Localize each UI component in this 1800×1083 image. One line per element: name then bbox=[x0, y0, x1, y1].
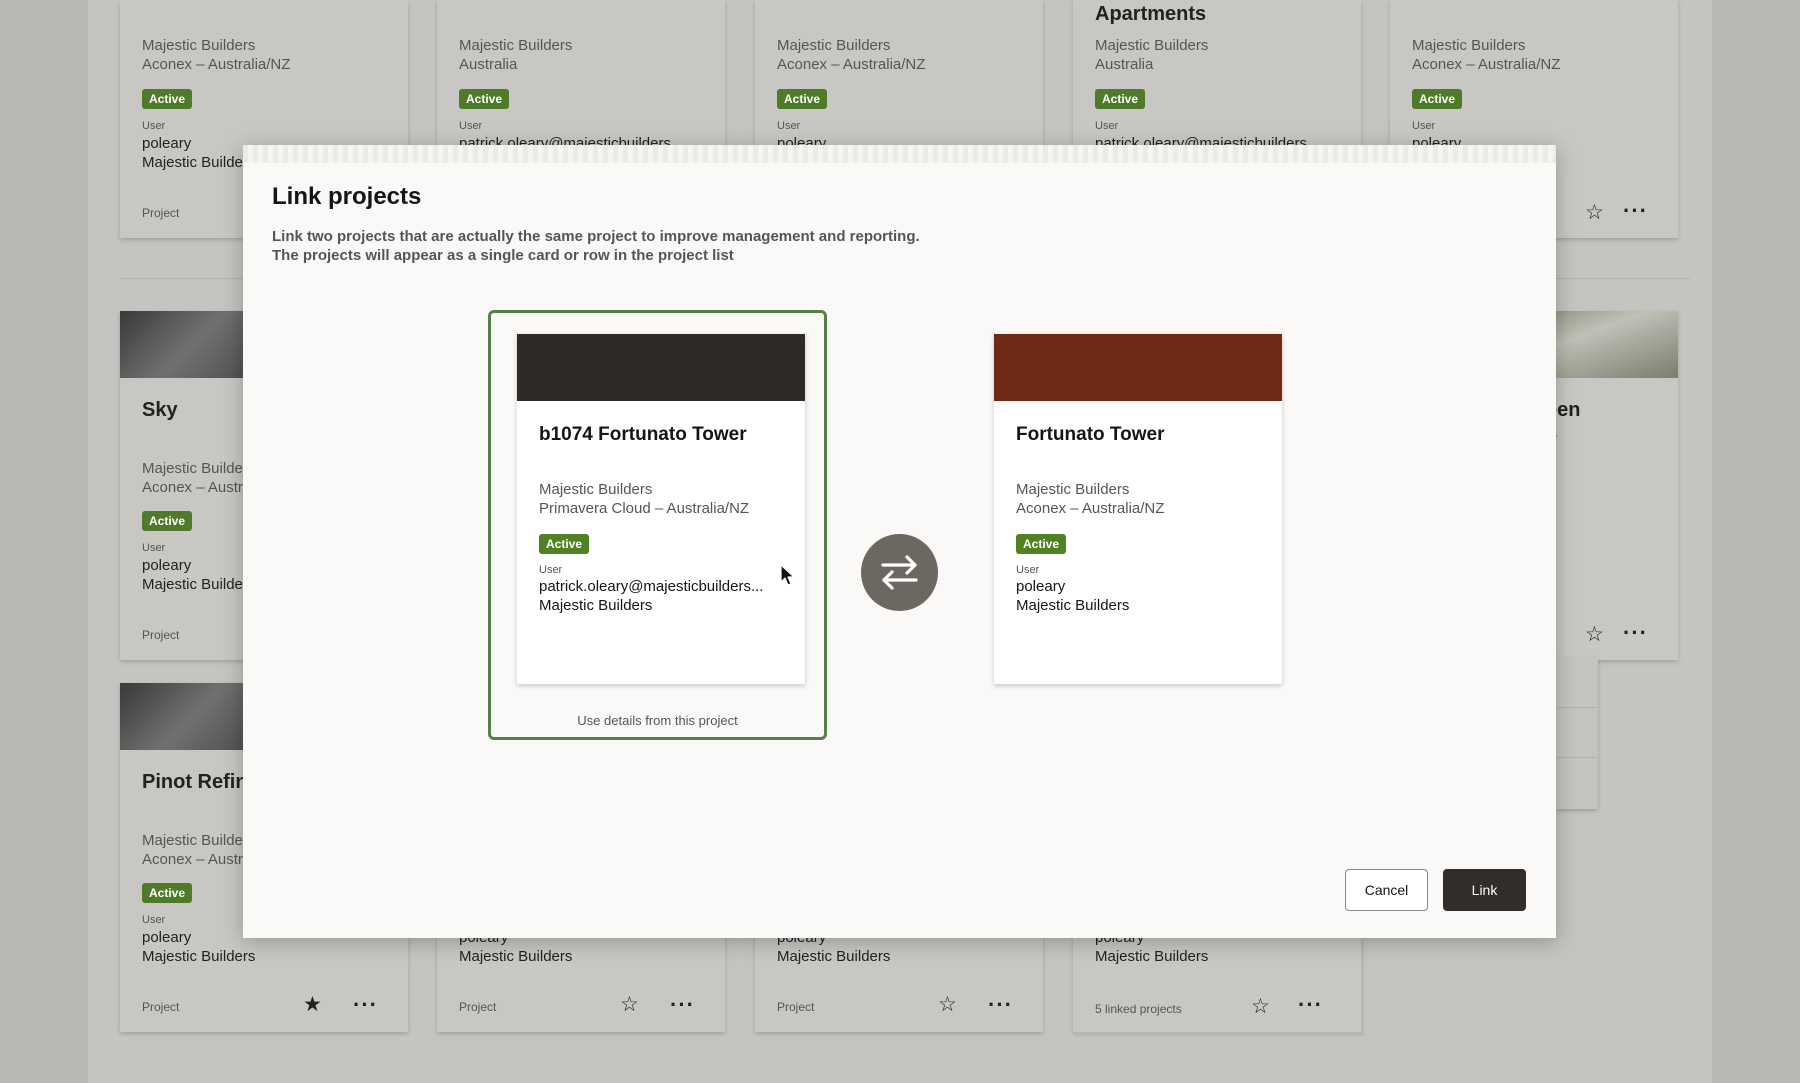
card-source: Aconex – Austr bbox=[142, 851, 243, 868]
dropdown-menu[interactable] bbox=[1556, 657, 1598, 809]
project-user-info: patrick.oleary@majesticbuilders... Majes… bbox=[539, 577, 763, 615]
card-source: Aconex – Austr bbox=[142, 479, 243, 496]
status-badge: Active bbox=[142, 511, 193, 531]
menu-divider bbox=[1556, 757, 1598, 758]
status-badge: Active bbox=[459, 89, 510, 109]
card-title: Pinot Refin bbox=[142, 771, 248, 793]
card-type: Project bbox=[777, 1000, 815, 1014]
swap-projects-button[interactable] bbox=[861, 534, 938, 611]
card-company: Majestic Builde bbox=[142, 576, 243, 593]
card-org: Majestic Builders bbox=[1412, 37, 1526, 54]
user-label: User bbox=[459, 120, 483, 132]
card-org: Majestic Builders bbox=[777, 37, 891, 54]
user-label: User bbox=[777, 120, 801, 132]
menu-divider bbox=[1556, 707, 1598, 708]
project-banner bbox=[517, 334, 805, 401]
swap-arrows-icon bbox=[881, 555, 918, 590]
user-label: User bbox=[142, 120, 166, 132]
card-org: Majestic Builders bbox=[142, 37, 256, 54]
card-type: Project bbox=[459, 1000, 497, 1014]
favorite-star-icon[interactable]: ☆ bbox=[1251, 996, 1270, 1017]
linked-projects-count: 5 linked projects bbox=[1095, 1002, 1182, 1016]
user-label: User bbox=[142, 542, 166, 554]
user-label: User bbox=[1095, 120, 1119, 132]
project-company: Majestic Builders bbox=[1016, 597, 1130, 614]
status-badge: Active bbox=[1095, 89, 1146, 109]
card-company: Majestic Builders bbox=[142, 948, 256, 965]
dialog-header-pattern bbox=[243, 145, 1556, 163]
more-options-icon[interactable]: ··· bbox=[988, 994, 1013, 1016]
project-card-right[interactable]: Fortunato Tower Majestic Builders Aconex… bbox=[994, 334, 1282, 684]
favorite-star-icon[interactable]: ☆ bbox=[620, 994, 639, 1015]
card-source: Aconex – Australia/NZ bbox=[1412, 56, 1561, 73]
project-source: Primavera Cloud – Australia/NZ bbox=[539, 500, 750, 517]
card-org: Majestic Builders bbox=[1095, 37, 1209, 54]
more-options-icon[interactable]: ··· bbox=[1623, 622, 1648, 644]
card-company: Majestic Builde bbox=[142, 154, 243, 171]
project-title: b1074 Fortunato Tower bbox=[539, 424, 747, 445]
card-source: Aconex – Australia/NZ bbox=[777, 56, 926, 73]
project-company: Majestic Builders bbox=[539, 597, 653, 614]
favorite-star-filled-icon[interactable]: ★ bbox=[303, 994, 322, 1015]
project-org: Majestic Builders bbox=[539, 481, 653, 498]
user-label: User bbox=[539, 564, 563, 576]
left-margin bbox=[0, 0, 88, 1083]
favorite-star-icon[interactable]: ☆ bbox=[1585, 624, 1604, 645]
dialog-title: Link projects bbox=[272, 183, 422, 210]
more-options-icon[interactable]: ··· bbox=[1623, 200, 1648, 222]
mouse-pointer-icon bbox=[780, 564, 795, 586]
project-title: Fortunato Tower bbox=[1016, 424, 1165, 445]
right-margin bbox=[1712, 0, 1800, 1083]
card-type: Project bbox=[142, 206, 180, 220]
card-user: poleary bbox=[142, 135, 192, 152]
card-org: Majestic Builders bbox=[459, 37, 573, 54]
project-user: poleary bbox=[1016, 578, 1066, 595]
card-type: Project bbox=[142, 1000, 180, 1014]
favorite-star-icon[interactable]: ☆ bbox=[1585, 202, 1604, 223]
status-badge: Active bbox=[1016, 534, 1067, 554]
card-source: Aconex – Australia/NZ bbox=[142, 56, 291, 73]
card-company: Majestic Builders bbox=[1095, 948, 1209, 965]
card-company: Majestic Builders bbox=[459, 948, 573, 965]
card-user: poleary bbox=[142, 929, 192, 946]
status-badge: Active bbox=[539, 534, 590, 554]
project-org: Majestic Builders bbox=[1016, 481, 1130, 498]
description-line-2: The projects will appear as a single car… bbox=[272, 247, 734, 264]
card-type: Project bbox=[142, 628, 180, 642]
card-company: Majestic Builders bbox=[777, 948, 891, 965]
project-source: Aconex – Australia/NZ bbox=[1016, 500, 1165, 517]
more-options-icon[interactable]: ··· bbox=[1298, 994, 1323, 1016]
link-projects-dialog: Link projects Link two projects that are… bbox=[243, 145, 1556, 938]
project-org-source: Majestic Builders Primavera Cloud – Aust… bbox=[539, 480, 749, 518]
status-badge: Active bbox=[142, 89, 193, 109]
description-line-1: Link two projects that are actually the … bbox=[272, 228, 920, 245]
link-button[interactable]: Link bbox=[1443, 869, 1526, 911]
cancel-button[interactable]: Cancel bbox=[1345, 869, 1428, 911]
status-badge: Active bbox=[1412, 89, 1463, 109]
card-source: Australia bbox=[1095, 56, 1154, 73]
dialog-description: Link two projects that are actually the … bbox=[272, 227, 920, 265]
user-label: User bbox=[142, 914, 166, 926]
more-options-icon[interactable]: ··· bbox=[353, 994, 378, 1016]
card-org: Majestic Builde bbox=[142, 832, 243, 849]
project-org-source: Majestic Builders Aconex – Australia/NZ bbox=[1016, 480, 1164, 518]
user-label: User bbox=[1412, 120, 1436, 132]
user-label: User bbox=[1016, 564, 1040, 576]
card-source: Australia bbox=[459, 56, 518, 73]
card-user: poleary bbox=[142, 557, 192, 574]
use-details-label: Use details from this project bbox=[577, 713, 738, 728]
card-title: Apartments bbox=[1095, 3, 1207, 25]
project-user: patrick.oleary@majesticbuilders... bbox=[539, 578, 764, 595]
status-badge: Active bbox=[777, 89, 828, 109]
favorite-star-icon[interactable]: ☆ bbox=[938, 994, 957, 1015]
status-badge: Active bbox=[142, 883, 193, 903]
more-options-icon[interactable]: ··· bbox=[670, 994, 695, 1016]
project-banner bbox=[994, 334, 1282, 401]
card-title: Sky bbox=[142, 399, 178, 421]
project-user-info: poleary Majestic Builders bbox=[1016, 577, 1129, 615]
card-org: Majestic Builde bbox=[142, 460, 243, 477]
project-card-left[interactable]: b1074 Fortunato Tower Majestic Builders … bbox=[517, 334, 805, 684]
